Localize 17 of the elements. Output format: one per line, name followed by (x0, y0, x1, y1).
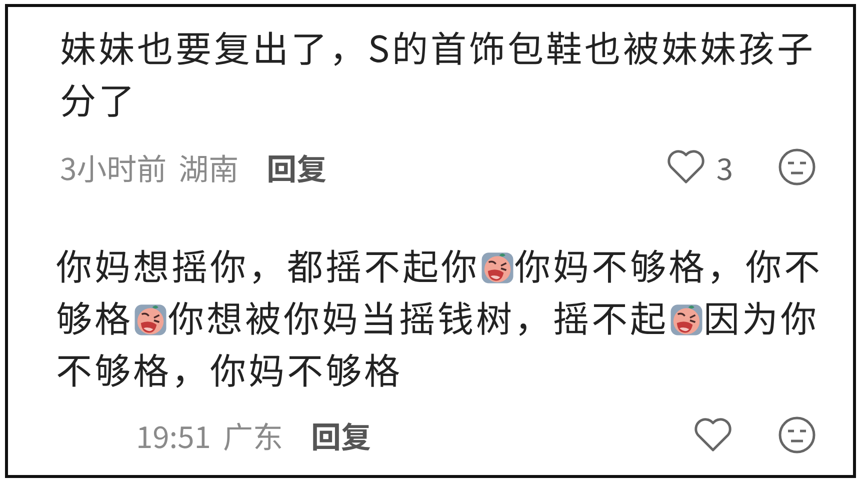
sticker-icon (668, 302, 704, 337)
comment-location: 湖南 (178, 145, 239, 189)
sticker-icon (480, 250, 515, 285)
like-button[interactable]: 3 (666, 145, 733, 189)
like-button[interactable] (693, 417, 733, 453)
heart-icon (666, 149, 706, 185)
comment-text: 你妈想摇你，都摇不起你 你妈不够格，你不够格 你想被你妈当摇钱树，摇不起 因为你不够格，你妈不够格 (56, 239, 824, 395)
comment-text: 妹妹也要复出了，S的首饰包鞋也被妹妹孩子分了 (60, 21, 816, 125)
reply-button[interactable]: 回复 (310, 413, 371, 457)
comment-time: 19:51 (136, 413, 211, 457)
reply-button[interactable]: 回复 (266, 145, 327, 189)
heart-icon (693, 417, 733, 453)
comment-time: 3小时前 (60, 145, 167, 189)
comment-location: 广东 (222, 413, 283, 457)
sticker-icon (133, 302, 168, 337)
face-icon[interactable] (777, 147, 817, 187)
face-icon[interactable] (777, 415, 817, 455)
